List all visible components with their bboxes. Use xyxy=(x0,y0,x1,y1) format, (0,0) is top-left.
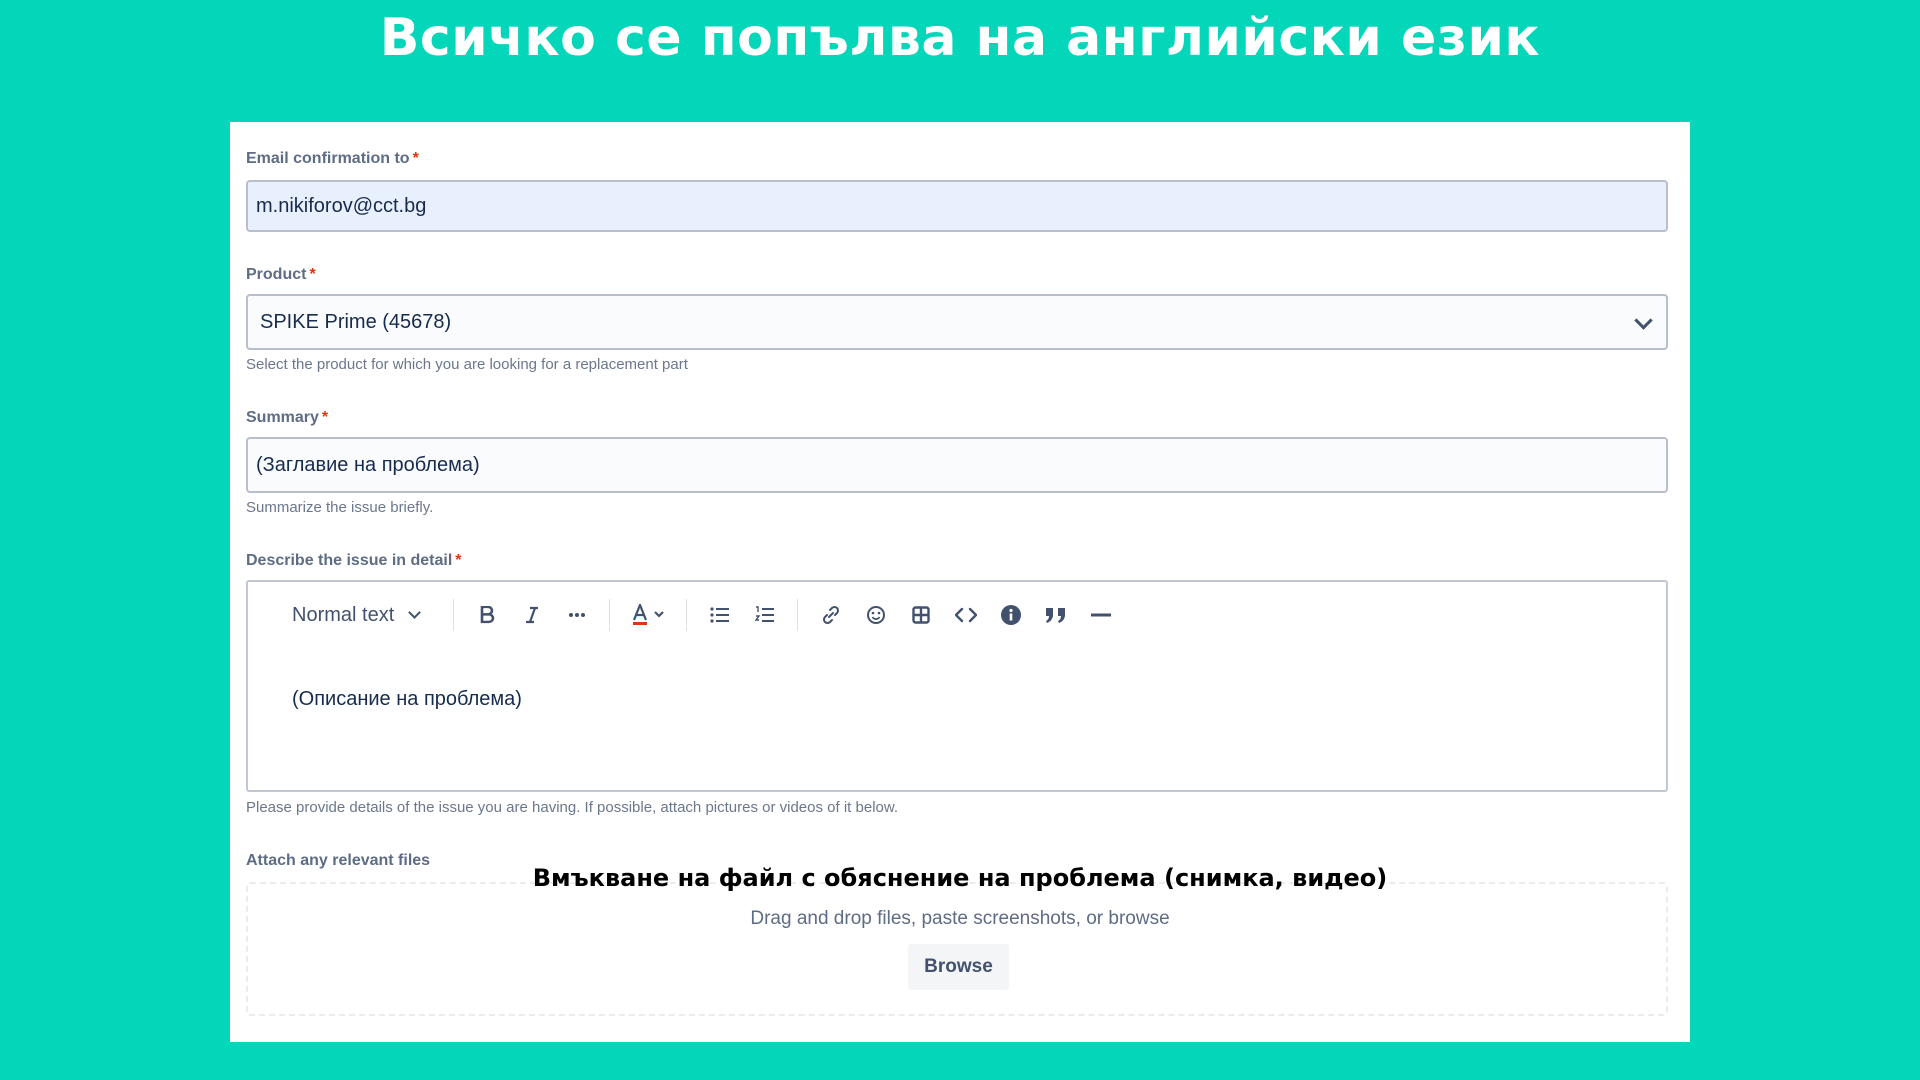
more-icon[interactable] xyxy=(554,595,599,635)
emoji-icon[interactable] xyxy=(853,595,898,635)
summary-label-text: Summary xyxy=(246,409,319,426)
product-selected-value: SPIKE Prime (45678) xyxy=(260,310,452,333)
request-form: Email confirmation to * m.nikiforov@cct.b… xyxy=(230,122,1690,1042)
info-icon[interactable] xyxy=(988,595,1033,635)
summary-help: Summarize the issue briefly. xyxy=(246,499,434,516)
summary-value: (Заглавие на проблема) xyxy=(256,453,480,476)
email-field[interactable]: m.nikiforov@cct.bg xyxy=(246,180,1668,232)
dropzone-text: Drag and drop files, paste screenshots, … xyxy=(750,908,1170,929)
email-label-text: Email confirmation to xyxy=(246,150,410,167)
summary-label: Summary * xyxy=(246,409,328,427)
required-asterisk: * xyxy=(309,266,316,283)
editor-toolbar: Normal text xyxy=(248,582,1666,648)
text-color-icon[interactable] xyxy=(620,595,676,635)
toolbar-divider xyxy=(609,599,611,631)
description-editor[interactable]: Normal text (Описание на проблема) xyxy=(246,580,1668,792)
product-label-text: Product xyxy=(246,266,307,283)
description-content[interactable]: (Описание на проблема) xyxy=(292,688,522,711)
toolbar-divider xyxy=(453,599,455,631)
code-icon[interactable] xyxy=(943,595,988,635)
table-icon[interactable] xyxy=(898,595,943,635)
product-help: Select the product for which you are loo… xyxy=(246,356,688,373)
required-asterisk: * xyxy=(455,552,462,569)
divider-icon[interactable] xyxy=(1078,595,1123,635)
product-select[interactable]: SPIKE Prime (45678) xyxy=(246,294,1668,350)
description-help: Please provide details of the issue you … xyxy=(246,799,899,816)
italic-icon[interactable] xyxy=(509,595,554,635)
description-label-text: Describe the issue in detail xyxy=(246,552,453,569)
required-asterisk: * xyxy=(321,409,329,426)
bold-icon[interactable] xyxy=(464,595,509,635)
required-asterisk: * xyxy=(412,150,419,167)
email-value: m.nikiforov@cct.bg xyxy=(256,194,427,217)
bullet-list-icon[interactable] xyxy=(697,595,742,635)
toolbar-divider xyxy=(686,599,688,631)
product-label: Product * xyxy=(246,266,316,284)
attachment-instruction-overlay: Вмъкване на файл с обяснение на проблема… xyxy=(532,864,1388,892)
quote-icon[interactable] xyxy=(1033,595,1078,635)
email-label: Email confirmation to * xyxy=(246,150,419,168)
toolbar-divider xyxy=(797,599,799,631)
numbered-list-icon[interactable] xyxy=(742,595,787,635)
text-style-dropdown[interactable]: Normal text xyxy=(292,603,422,627)
summary-input[interactable]: (Заглавие на проблема) xyxy=(246,437,1668,493)
description-label: Describe the issue in detail * xyxy=(246,552,462,570)
browse-button[interactable]: Browse xyxy=(908,944,1009,990)
link-icon[interactable] xyxy=(808,595,853,635)
chevron-down-icon xyxy=(408,606,422,619)
banner-title: Всичко се попълва на английски език xyxy=(379,8,1541,68)
text-style-label: Normal text xyxy=(292,603,395,626)
chevron-down-icon[interactable] xyxy=(1634,311,1653,330)
